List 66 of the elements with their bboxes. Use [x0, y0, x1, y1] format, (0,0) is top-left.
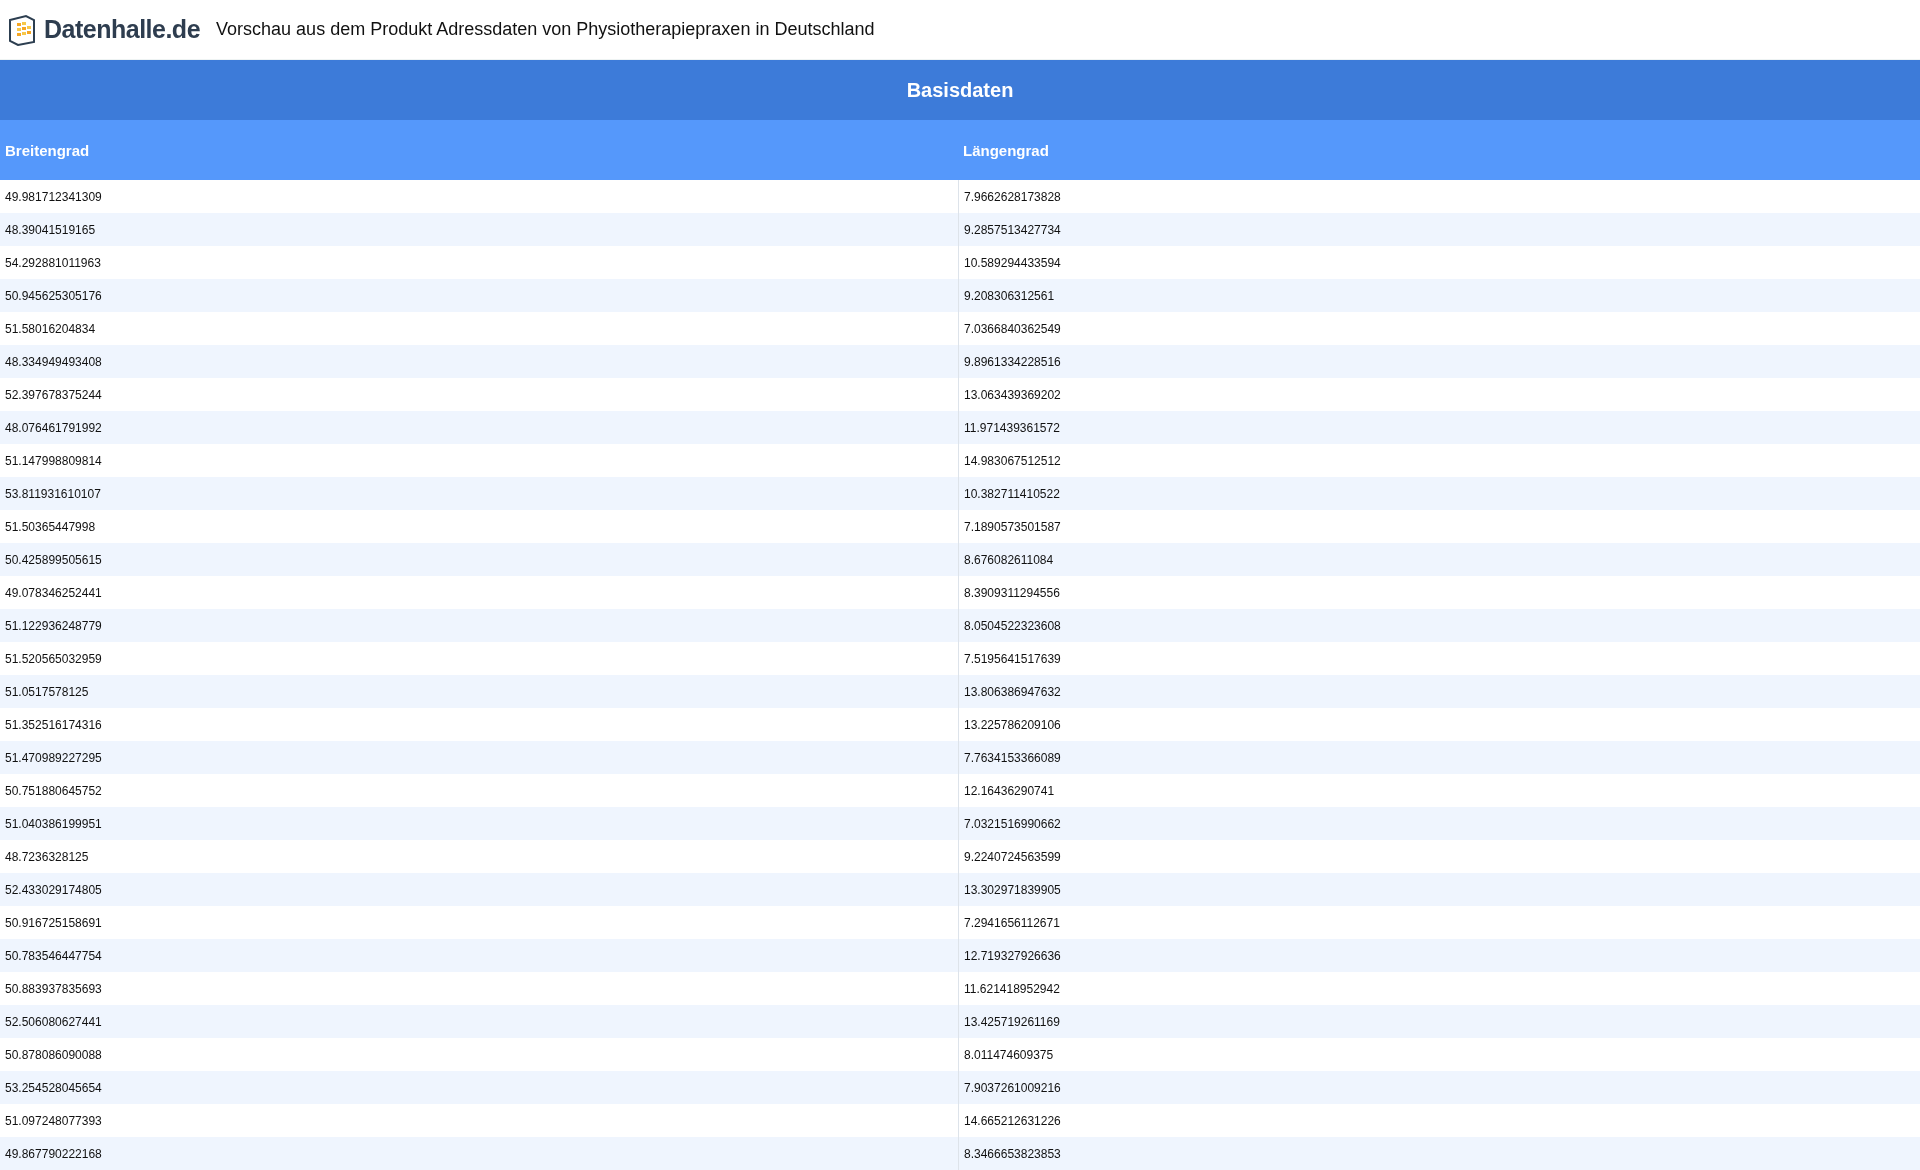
table-cell: 52.506080627441	[5, 1014, 102, 1029]
column-header: Breitengrad	[4, 140, 91, 161]
table-cell: 10.382711410522	[964, 486, 1060, 501]
table-cell: 53.811931610107	[5, 486, 101, 501]
table-cell: 13.225786209106	[964, 717, 1061, 732]
table-cell: 12.16436290741	[964, 783, 1055, 798]
table-cell: 7.9662628173828	[964, 189, 1061, 204]
table-cell: 13.425719261169	[964, 1014, 1060, 1029]
table-cell: 51.520565032959	[5, 651, 102, 666]
table-cell: 7.1890573501587	[964, 519, 1061, 534]
table-cell: 9.208306312561	[964, 288, 1055, 303]
table-cell: 7.2941656112671	[964, 915, 1060, 930]
table-cell: 54.292881011963	[5, 255, 101, 270]
table-cell: 14.665212631226	[964, 1113, 1061, 1128]
table-cell: 49.078346252441	[5, 585, 102, 600]
table-cell: 9.8961334228516	[964, 354, 1061, 369]
table-cell: 53.254528045654	[5, 1080, 102, 1095]
table-cell: 13.806386947632	[964, 684, 1061, 699]
table-cell: 51.040386199951	[5, 816, 102, 831]
table-cell: 48.39041519165	[5, 222, 96, 237]
table-cell: 51.0517578125	[5, 684, 89, 699]
table-cell: 50.751880645752	[5, 783, 102, 798]
logo-text[interactable]: Datenhalle.de	[44, 15, 201, 44]
logo-icon	[6, 13, 38, 46]
table-cell: 50.783546447754	[5, 948, 102, 963]
table-cell: 51.58016204834	[5, 321, 96, 336]
table-cell: 50.425899505615	[5, 552, 102, 567]
table-cell: 51.470989227295	[5, 750, 102, 765]
section-title: Basisdaten	[0, 60, 1920, 120]
table-cell: 51.097248077393	[5, 1113, 102, 1128]
table-cell: 9.2857513427734	[964, 222, 1061, 237]
table-cell: 7.0321516990662	[964, 816, 1061, 831]
column-header: Längengrad	[962, 140, 1050, 161]
table-cell: 51.122936248779	[5, 618, 102, 633]
table-cell: 49.981712341309	[5, 189, 102, 204]
table-cell: 49.867790222168	[5, 1146, 102, 1161]
table-cell: 10.589294433594	[964, 255, 1061, 270]
table-cell: 7.0366840362549	[964, 321, 1061, 336]
table-cell: 8.3466653823853	[964, 1146, 1061, 1161]
page-title: Vorschau aus dem Produkt Adressdaten von Physiotherapiepraxen in Deutschland	[216, 19, 875, 40]
table-cell: 11.621418952942	[964, 981, 1060, 996]
table-cell: 51.50365447998	[5, 519, 96, 534]
table-cell: 8.0504522323608	[964, 618, 1061, 633]
table-cell: 7.9037261009216	[964, 1080, 1061, 1095]
table-cell: 51.147998809814	[5, 453, 102, 468]
table-cell: 52.433029174805	[5, 882, 102, 897]
table-cell: 52.397678375244	[5, 387, 102, 402]
table-cell: 8.3909311294556	[964, 585, 1060, 600]
table-cell: 50.916725158691	[5, 915, 102, 930]
table-cell: 8.011474609375	[964, 1047, 1054, 1062]
table-cell: 7.5195641517639	[964, 651, 1061, 666]
table-cell: 50.883937835693	[5, 981, 102, 996]
table-cell: 13.063439369202	[964, 387, 1061, 402]
table-cell: 50.878086090088	[5, 1047, 102, 1062]
table-cell: 48.7236328125	[5, 849, 89, 864]
table-cell: 48.076461791992	[5, 420, 102, 435]
table-cell: 9.2240724563599	[964, 849, 1061, 864]
table-cell: 12.719327926636	[964, 948, 1061, 963]
table-cell: 48.334949493408	[5, 354, 102, 369]
table-cell: 13.302971839905	[964, 882, 1061, 897]
table-cell: 50.945625305176	[5, 288, 102, 303]
table-cell: 11.971439361572	[964, 420, 1060, 435]
table-cell: 8.676082611084	[964, 552, 1054, 567]
table-cell: 7.7634153366089	[964, 750, 1061, 765]
table-cell: 14.983067512512	[964, 453, 1061, 468]
table-cell: 51.352516174316	[5, 717, 102, 732]
